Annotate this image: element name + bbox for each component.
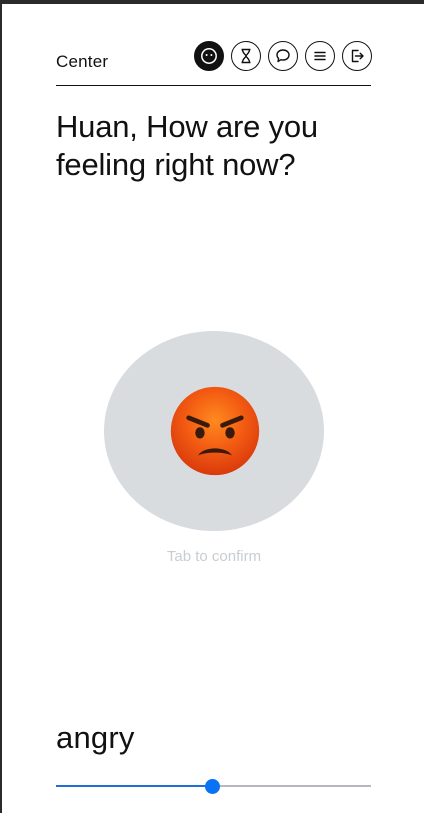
mood-question: Huan, How are you feeling right now? — [56, 109, 318, 182]
nav-history-button[interactable] — [231, 41, 261, 71]
mood-label: angry — [56, 720, 135, 755]
chat-bubbles-icon — [276, 49, 290, 63]
angry-face-emoji — [170, 386, 260, 476]
top-nav — [194, 41, 372, 71]
page-title: Center — [56, 52, 109, 71]
mood-selector-disc[interactable] — [104, 331, 324, 531]
smiley-icon — [201, 48, 217, 64]
mood-slider[interactable] — [56, 775, 371, 797]
slider-thumb[interactable] — [204, 779, 220, 794]
hourglass-icon — [241, 48, 251, 64]
menu-icon — [314, 51, 326, 61]
nav-mood-button[interactable] — [194, 41, 224, 71]
nav-chat-button[interactable] — [268, 41, 298, 71]
app-window: Center Huan, How are you feeling right n… — [2, 4, 424, 813]
header: Center — [56, 41, 372, 86]
confirm-hint: Tab to confirm — [166, 548, 262, 565]
nav-logout-button[interactable] — [342, 41, 372, 71]
slider-fill — [56, 785, 212, 787]
nav-menu-button[interactable] — [305, 41, 335, 71]
logout-icon — [351, 49, 364, 63]
